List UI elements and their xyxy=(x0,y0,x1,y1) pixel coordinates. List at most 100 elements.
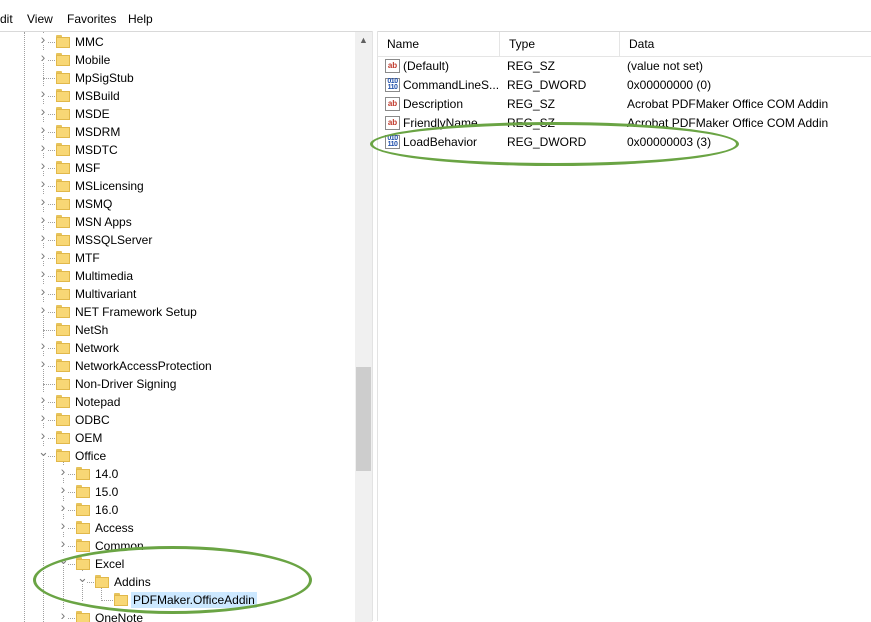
tree-item-excel[interactable]: ⌄ Excel xyxy=(0,553,355,573)
folder-icon xyxy=(76,521,90,534)
string-value-icon: ab xyxy=(385,116,400,130)
chevron-right-icon[interactable]: › xyxy=(38,356,48,370)
chevron-right-icon[interactable]: › xyxy=(38,302,48,316)
value-type-cell: REG_SZ xyxy=(507,116,556,130)
column-header-name[interactable]: Name xyxy=(378,32,500,56)
column-header-data[interactable]: Data xyxy=(620,32,871,56)
tree-item-msde[interactable]: › MSDE xyxy=(0,104,355,123)
chevron-right-icon[interactable]: › xyxy=(38,212,48,226)
chevron-right-icon[interactable]: › xyxy=(38,410,48,424)
tree-item-label: Addins xyxy=(114,575,151,589)
tree-item-netsh[interactable]: NetSh xyxy=(0,321,355,339)
menu-edit[interactable]: dit xyxy=(0,12,13,26)
chevron-right-icon[interactable]: › xyxy=(38,176,48,190)
tree-item-msdtc[interactable]: › MSDTC xyxy=(0,140,355,159)
tree-item-access[interactable]: › Access xyxy=(0,518,355,537)
menu-bar: dit View Favorites Help xyxy=(0,0,871,31)
tree-item-label: MSMQ xyxy=(75,197,113,211)
tree-item-mtf[interactable]: › MTF xyxy=(0,248,355,267)
chevron-right-icon[interactable]: › xyxy=(58,608,68,622)
tree-item-onenote[interactable]: › OneNote xyxy=(0,608,355,622)
value-row-commandlines[interactable]: 010 110 CommandLineS... REG_DWORD 0x0000000… xyxy=(378,76,871,95)
folder-icon xyxy=(76,485,90,498)
chevron-right-icon[interactable]: › xyxy=(38,392,48,406)
chevron-right-icon[interactable]: › xyxy=(38,284,48,298)
registry-key-tree[interactable]: ▲ › MMC › Mobile MpSigStub › MSBuild › MSDE › MSDR… xyxy=(0,31,372,622)
chevron-right-icon[interactable]: › xyxy=(38,338,48,352)
folder-icon xyxy=(56,125,70,138)
registry-values-list[interactable]: Name Type Data ab (Default) REG_SZ (value n… xyxy=(378,31,871,622)
menu-help[interactable]: Help xyxy=(128,12,153,26)
tree-item-msf[interactable]: › MSF xyxy=(0,158,355,177)
folder-icon xyxy=(56,215,70,228)
tree-item-label: MTF xyxy=(75,251,100,265)
folder-icon xyxy=(76,467,90,480)
chevron-right-icon[interactable]: › xyxy=(38,50,48,64)
tree-item-16-0[interactable]: › 16.0 xyxy=(0,500,355,519)
tree-item-networkaccessprotection[interactable]: › NetworkAccessProtection xyxy=(0,356,355,375)
chevron-right-icon[interactable]: › xyxy=(38,158,48,172)
tree-item-net-framework-setup[interactable]: › NET Framework Setup xyxy=(0,302,355,321)
tree-item-oem[interactable]: › OEM xyxy=(0,428,355,447)
tree-item-odbc[interactable]: › ODBC xyxy=(0,410,355,429)
folder-icon xyxy=(76,557,90,570)
chevron-right-icon[interactable]: › xyxy=(38,248,48,262)
chevron-right-icon[interactable]: › xyxy=(38,86,48,100)
value-row-description[interactable]: ab Description REG_SZ Acrobat PDFMaker Offi… xyxy=(378,95,871,114)
chevron-right-icon[interactable]: › xyxy=(38,230,48,244)
tree-item-multivariant[interactable]: › Multivariant xyxy=(0,284,355,303)
tree-item-multimedia[interactable]: › Multimedia xyxy=(0,266,355,285)
tree-item-msmq[interactable]: › MSMQ xyxy=(0,194,355,213)
tree-item-msn-apps[interactable]: › MSN Apps xyxy=(0,212,355,231)
tree-item-mobile[interactable]: › Mobile xyxy=(0,50,355,69)
chevron-right-icon[interactable]: › xyxy=(58,482,68,496)
folder-icon xyxy=(56,431,70,444)
chevron-right-icon[interactable]: › xyxy=(38,122,48,136)
folder-icon xyxy=(95,575,109,588)
chevron-right-icon[interactable]: › xyxy=(58,536,68,550)
value-data-cell: Acrobat PDFMaker Office COM Addin xyxy=(627,97,829,111)
tree-item-addins[interactable]: ⌄ Addins xyxy=(0,571,355,591)
chevron-right-icon[interactable]: › xyxy=(58,464,68,478)
chevron-right-icon[interactable]: › xyxy=(38,428,48,442)
chevron-right-icon[interactable]: › xyxy=(38,32,48,46)
tree-item-label: PDFMaker.OfficeAddin xyxy=(131,592,257,608)
tree-item-mssqlserver[interactable]: › MSSQLServer xyxy=(0,230,355,249)
tree-item-mmc[interactable]: › MMC xyxy=(0,32,355,51)
tree-item-msbuild[interactable]: › MSBuild xyxy=(0,86,355,105)
tree-item-msdrm[interactable]: › MSDRM xyxy=(0,122,355,141)
folder-icon xyxy=(56,341,70,354)
scrollbar-thumb[interactable] xyxy=(356,367,371,471)
chevron-right-icon[interactable]: › xyxy=(58,518,68,532)
menu-favorites[interactable]: Favorites xyxy=(67,12,116,26)
chevron-right-icon[interactable]: › xyxy=(38,194,48,208)
tree-item-network[interactable]: › Network xyxy=(0,338,355,357)
tree-item-15-0[interactable]: › 15.0 xyxy=(0,482,355,501)
tree-item-mslicensing[interactable]: › MSLicensing xyxy=(0,176,355,195)
chevron-down-icon[interactable]: ⌄ xyxy=(38,445,49,458)
folder-icon xyxy=(56,53,70,66)
tree-item-non-driver-signing[interactable]: Non-Driver Signing xyxy=(0,375,355,393)
column-header-type[interactable]: Type xyxy=(500,32,620,56)
scroll-up-arrow-icon[interactable]: ▲ xyxy=(355,32,372,49)
tree-item-mpsigstub[interactable]: MpSigStub xyxy=(0,69,355,87)
chevron-down-icon[interactable]: ⌄ xyxy=(58,553,69,566)
chevron-right-icon[interactable]: › xyxy=(38,140,48,154)
tree-item-label: OEM xyxy=(75,431,103,445)
tree-item-office[interactable]: ⌄ Office xyxy=(0,445,355,465)
tree-item-14-0[interactable]: › 14.0 xyxy=(0,464,355,483)
chevron-right-icon[interactable]: › xyxy=(58,500,68,514)
chevron-down-icon[interactable]: ⌄ xyxy=(77,571,88,584)
tree-item-pdfmaker-officeaddin[interactable]: PDFMaker.OfficeAddin xyxy=(0,591,355,609)
value-row-friendlyname[interactable]: ab FriendlyName REG_SZ Acrobat PDFMaker Off… xyxy=(378,114,871,133)
chevron-right-icon[interactable]: › xyxy=(38,266,48,280)
tree-item-notepad[interactable]: › Notepad xyxy=(0,392,355,411)
value-type-cell: REG_SZ xyxy=(507,97,556,111)
menu-view[interactable]: View xyxy=(27,12,53,26)
tree-vertical-scrollbar[interactable]: ▲ xyxy=(355,32,372,622)
tree-item-common[interactable]: › Common xyxy=(0,536,355,555)
value-data-cell: 0x00000000 (0) xyxy=(627,78,712,92)
value-row-loadbehavior[interactable]: 010 110 LoadBehavior REG_DWORD 0x00000003 (… xyxy=(378,133,871,152)
chevron-right-icon[interactable]: › xyxy=(38,104,48,118)
value-row--default[interactable]: ab (Default) REG_SZ (value not set) xyxy=(378,57,871,76)
